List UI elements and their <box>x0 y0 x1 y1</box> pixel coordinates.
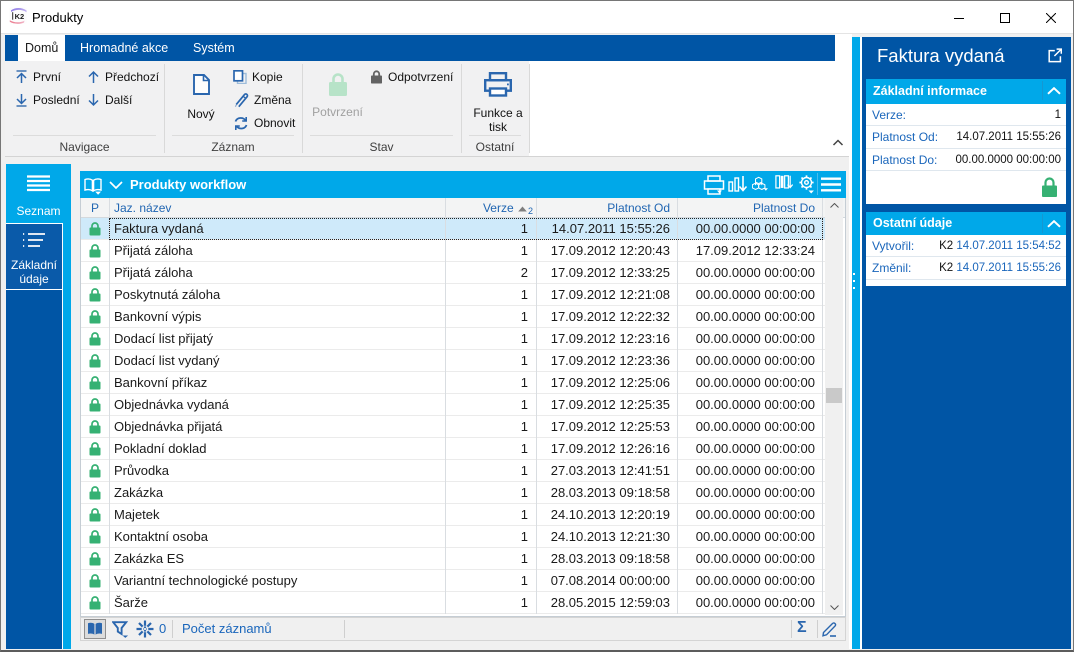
svg-text:K2: K2 <box>15 12 25 21</box>
